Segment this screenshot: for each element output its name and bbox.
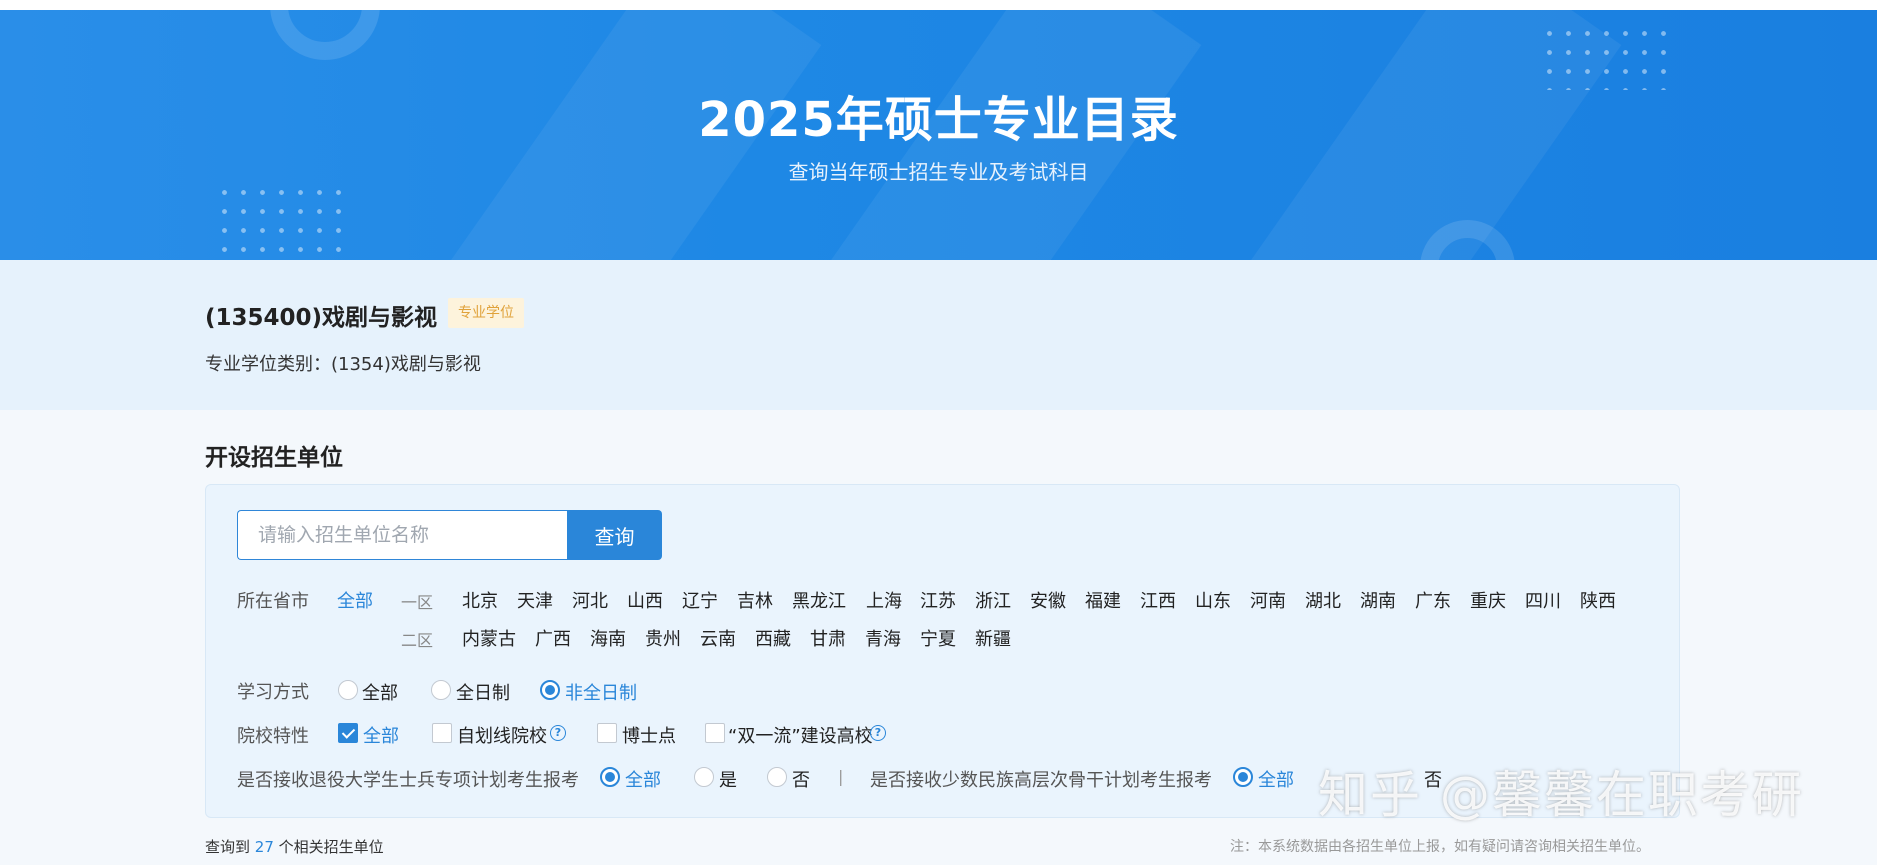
major-title: (135400)戏剧与影视	[205, 305, 438, 331]
school-feature-option-all[interactable]: 全部	[363, 722, 399, 748]
study-mode-radio-fulltime[interactable]	[431, 680, 451, 700]
result-count: 查询到 27 个相关招生单位	[205, 836, 384, 857]
province-option[interactable]: 山东	[1195, 587, 1231, 613]
province-option-all[interactable]: 全部	[337, 587, 373, 613]
province-option[interactable]: 天津	[517, 587, 553, 613]
major-category: 专业学位类别：(1354)戏剧与影视	[205, 354, 481, 375]
study-mode-radio-parttime[interactable]	[540, 680, 560, 700]
page-title: 2025年硕士专业目录	[698, 92, 1179, 148]
province-option[interactable]: 吉林	[737, 587, 773, 613]
degree-type-badge: 专业学位	[448, 298, 524, 328]
study-mode-option-fulltime[interactable]: 全日制	[456, 679, 510, 705]
province-option[interactable]: 福建	[1085, 587, 1121, 613]
province-option[interactable]: 湖南	[1360, 587, 1396, 613]
filter-divider: |	[838, 767, 844, 786]
veteran-plan-option-all[interactable]: 全部	[625, 766, 661, 792]
data-source-note: 注：本系统数据由各招生单位上报，如有疑问请咨询相关招生单位。	[1230, 839, 1650, 855]
result-count-number: 27	[254, 838, 274, 856]
province-option[interactable]: 广东	[1415, 587, 1451, 613]
page-subtitle: 查询当年硕士招生专业及考试科目	[788, 160, 1089, 184]
watermark: 知乎 @馨馨在职考研	[1318, 766, 1804, 824]
province-option[interactable]: 上海	[866, 587, 902, 613]
school-feature-checkbox-all[interactable]	[338, 723, 358, 743]
province-option[interactable]: 广西	[535, 625, 571, 651]
minority-plan-radio-all[interactable]	[1233, 767, 1253, 787]
veteran-plan-option-no[interactable]: 否	[792, 766, 810, 792]
province-option[interactable]: 黑龙江	[792, 587, 846, 613]
province-option[interactable]: 青海	[865, 625, 901, 651]
school-feature-option-doctoral[interactable]: 博士点	[622, 722, 676, 748]
zone1-label: 一区	[401, 593, 434, 612]
search-button[interactable]: 查询	[567, 510, 662, 560]
veteran-plan-radio-no[interactable]	[767, 767, 787, 787]
province-option[interactable]: 河北	[572, 587, 608, 613]
major-info-band	[0, 260, 1877, 410]
zone2-label: 二区	[401, 631, 434, 650]
veteran-plan-label: 是否接收退役大学生士兵专项计划考生报考	[237, 770, 579, 791]
province-option[interactable]: 山西	[627, 587, 663, 613]
province-option[interactable]: 浙江	[975, 587, 1011, 613]
veteran-plan-radio-yes[interactable]	[694, 767, 714, 787]
province-option[interactable]: 甘肃	[810, 625, 846, 651]
study-mode-radio-all[interactable]	[338, 680, 358, 700]
veteran-plan-option-yes[interactable]: 是	[719, 766, 737, 792]
school-feature-checkbox-self-line[interactable]	[432, 723, 452, 743]
school-feature-checkbox-double-first-class[interactable]	[705, 723, 725, 743]
school-feature-checkbox-doctoral[interactable]	[597, 723, 617, 743]
study-mode-option-parttime[interactable]: 非全日制	[565, 679, 637, 705]
province-option[interactable]: 北京	[462, 587, 498, 613]
province-option[interactable]: 辽宁	[682, 587, 718, 613]
minority-plan-option-all[interactable]: 全部	[1258, 766, 1294, 792]
section-title: 开设招生单位	[205, 445, 343, 471]
question-circle-icon[interactable]: ?	[870, 725, 886, 741]
province-option[interactable]: 西藏	[755, 625, 791, 651]
minority-plan-label: 是否接收少数民族高层次骨干计划考生报考	[870, 770, 1212, 791]
province-option[interactable]: 新疆	[975, 625, 1011, 651]
school-features-label: 院校特性	[237, 726, 309, 747]
veteran-plan-radio-all[interactable]	[600, 767, 620, 787]
province-option[interactable]: 内蒙古	[462, 625, 516, 651]
province-option[interactable]: 海南	[590, 625, 626, 651]
result-count-prefix: 查询到	[205, 838, 255, 856]
province-option[interactable]: 贵州	[645, 625, 681, 651]
province-filter-label: 所在省市	[237, 591, 309, 612]
province-option[interactable]: 江西	[1140, 587, 1176, 613]
school-feature-option-double-first-class[interactable]: “双一流”建设高校	[728, 722, 873, 748]
province-option[interactable]: 江苏	[920, 587, 956, 613]
search-input[interactable]	[237, 510, 567, 560]
province-option[interactable]: 云南	[700, 625, 736, 651]
hero-decor-dots	[215, 183, 345, 260]
province-option[interactable]: 四川	[1525, 587, 1561, 613]
province-option[interactable]: 安徽	[1030, 587, 1066, 613]
study-mode-option-all[interactable]: 全部	[362, 679, 398, 705]
province-option[interactable]: 宁夏	[920, 625, 956, 651]
province-option[interactable]: 河南	[1250, 587, 1286, 613]
study-mode-label: 学习方式	[237, 682, 309, 703]
province-option[interactable]: 湖北	[1305, 587, 1341, 613]
hero-decor-circle	[270, 10, 380, 60]
question-circle-icon[interactable]: ?	[550, 725, 566, 741]
top-strip	[0, 0, 1877, 10]
result-count-suffix: 个相关招生单位	[273, 838, 384, 856]
province-option[interactable]: 重庆	[1470, 587, 1506, 613]
province-option[interactable]: 陕西	[1580, 587, 1616, 613]
school-feature-option-self-line[interactable]: 自划线院校	[457, 722, 547, 748]
